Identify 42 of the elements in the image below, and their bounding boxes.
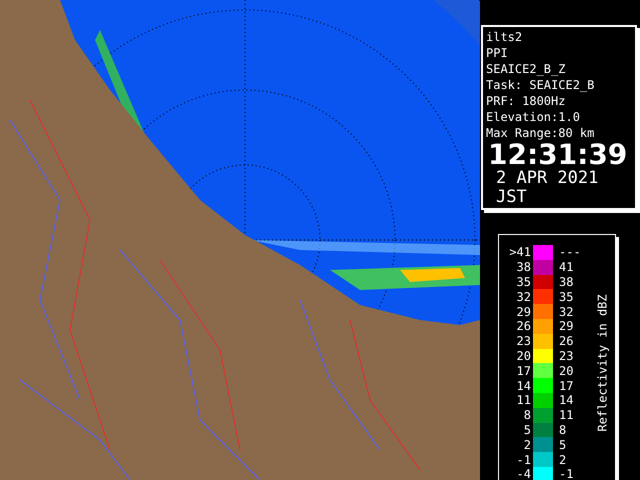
legend-high-value: 17 (558, 378, 574, 393)
legend-low-value: 35 (516, 274, 532, 289)
legend-low-value: 14 (516, 378, 532, 393)
legend-high-value: 26 (558, 334, 574, 348)
info-line: SEAICE2_B_Z (486, 61, 566, 77)
legend-low-value: 38 (516, 260, 532, 274)
legend-high-value: 23 (558, 348, 574, 363)
info-line: ilts2 (486, 29, 524, 45)
legend-low-value: -4 (516, 467, 532, 480)
clock-time: 12:31:39 (488, 141, 628, 169)
legend-low-value: 20 (516, 348, 532, 363)
legend-high-value: 29 (558, 319, 574, 334)
legend-high-value: --- (558, 245, 582, 260)
legend-low-value: 32 (516, 290, 532, 304)
legend-high-value: 20 (558, 364, 574, 378)
legend-low-value: 5 (522, 422, 532, 437)
legend-high-value: -1 (558, 467, 574, 480)
info-line: Elevation:1.0 (486, 109, 581, 125)
legend-low-value: 11 (516, 393, 532, 408)
info-line: Max Range:80 km (486, 125, 596, 141)
legend-title: Reflectivity in dBZ (595, 294, 611, 432)
legend-high-value: 11 (558, 408, 574, 422)
legend-high-value: 8 (558, 422, 568, 437)
legend-high-value: 35 (558, 290, 574, 304)
legend-low-value: 17 (516, 364, 532, 378)
info-line: PRF: 1800Hz (486, 93, 566, 109)
legend-low-value: 2 (522, 438, 532, 452)
legend-high-value: 14 (558, 393, 574, 408)
legend-low-value: 26 (516, 319, 532, 334)
legend-low-value: 23 (516, 334, 532, 348)
legend-low-value: 8 (522, 408, 532, 422)
clock-date: 2 APR 2021 JST (496, 169, 600, 207)
legend-high-value: 2 (558, 452, 568, 467)
legend-high-value: 5 (558, 438, 568, 452)
info-line: Task: SEAICE2_B (486, 77, 596, 93)
legend-low-value: -1 (516, 452, 532, 467)
legend-high-value: 41 (558, 260, 574, 274)
info-line: PPI (486, 45, 509, 61)
legend-low-value: 29 (516, 304, 532, 319)
legend-high-value: 32 (558, 304, 574, 319)
legend-low-value: >41 (508, 245, 532, 260)
legend-high-value: 38 (558, 274, 574, 289)
